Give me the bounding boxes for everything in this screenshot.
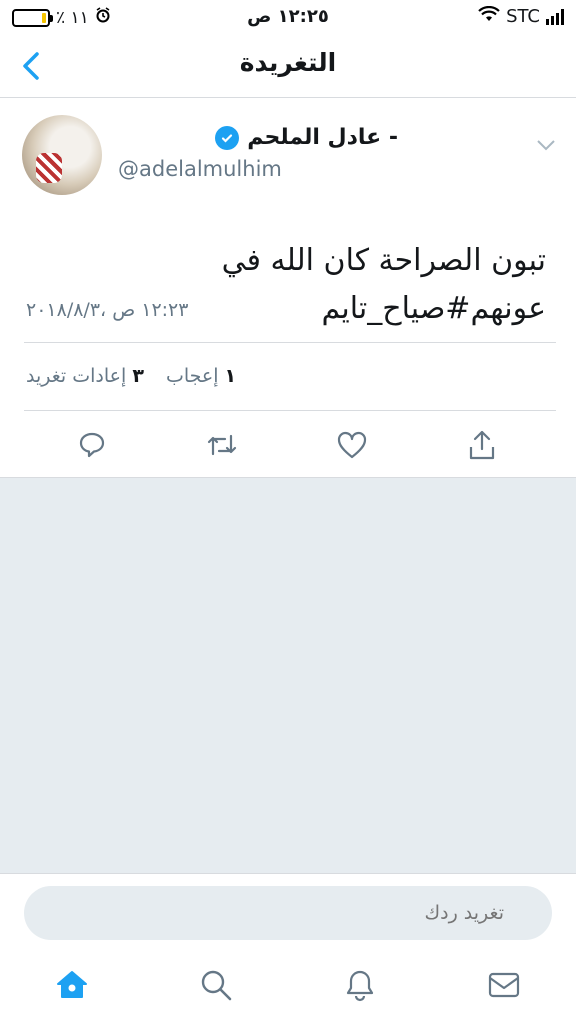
status-bar: ٪ ١١ ١٢:٢٥ ص STC bbox=[0, 0, 576, 34]
navigation-bar: التغريدة bbox=[0, 34, 576, 98]
retweet-button[interactable] bbox=[202, 425, 242, 465]
divider bbox=[24, 342, 556, 343]
tweet-stats: ٣ إعادات تغريد ١ إعجاب bbox=[26, 365, 236, 387]
search-icon bbox=[201, 970, 232, 1001]
tab-home[interactable] bbox=[52, 965, 92, 1005]
retweets-label: إعادات تغريد bbox=[26, 365, 127, 387]
tab-messages[interactable] bbox=[484, 965, 524, 1005]
chevron-down-icon bbox=[537, 140, 555, 151]
retweets-stat[interactable]: ٣ إعادات تغريد bbox=[26, 365, 144, 387]
reply-input[interactable] bbox=[24, 886, 552, 940]
page-title: التغريدة bbox=[239, 48, 337, 77]
network-group: STC bbox=[478, 5, 564, 27]
reply-button[interactable] bbox=[72, 425, 112, 465]
author-name: عادل الملحم - bbox=[247, 125, 398, 150]
mail-icon bbox=[488, 972, 520, 998]
tab-search[interactable] bbox=[196, 965, 236, 1005]
divider bbox=[24, 410, 556, 411]
tweet-actions bbox=[0, 425, 576, 465]
likes-count: ١ bbox=[224, 365, 237, 387]
replies-area bbox=[0, 477, 576, 873]
verified-badge-icon bbox=[215, 125, 240, 150]
tweet-timestamp: ١٢:٢٣ ص ،٢٠١٨/٨/٣ bbox=[26, 299, 189, 321]
share-icon bbox=[469, 430, 495, 460]
home-icon bbox=[57, 971, 87, 998]
likes-label: إعجاب bbox=[165, 365, 219, 387]
reply-bar bbox=[0, 873, 576, 949]
tab-notifications[interactable] bbox=[340, 965, 380, 1005]
tab-bar bbox=[0, 949, 576, 1024]
wifi-icon bbox=[478, 5, 500, 27]
like-button[interactable] bbox=[332, 425, 372, 465]
share-button[interactable] bbox=[462, 425, 502, 465]
author-name-row[interactable]: عادل الملحم - bbox=[215, 125, 398, 150]
bell-icon bbox=[346, 970, 374, 1002]
heart-icon bbox=[337, 431, 367, 459]
signal-icon bbox=[546, 8, 564, 25]
retweets-count: ٣ bbox=[132, 365, 144, 387]
author-handle[interactable]: @adelalmulhim bbox=[118, 157, 282, 181]
tweet-detail: عادل الملحم - @adelalmulhim تبون الصراحة… bbox=[0, 99, 576, 477]
reply-icon bbox=[79, 432, 105, 458]
carrier-name: STC bbox=[506, 6, 540, 27]
tweet-options-button[interactable] bbox=[536, 137, 556, 156]
likes-stat[interactable]: ١ إعجاب bbox=[166, 365, 236, 387]
avatar[interactable] bbox=[22, 115, 102, 195]
retweet-icon bbox=[207, 434, 237, 456]
